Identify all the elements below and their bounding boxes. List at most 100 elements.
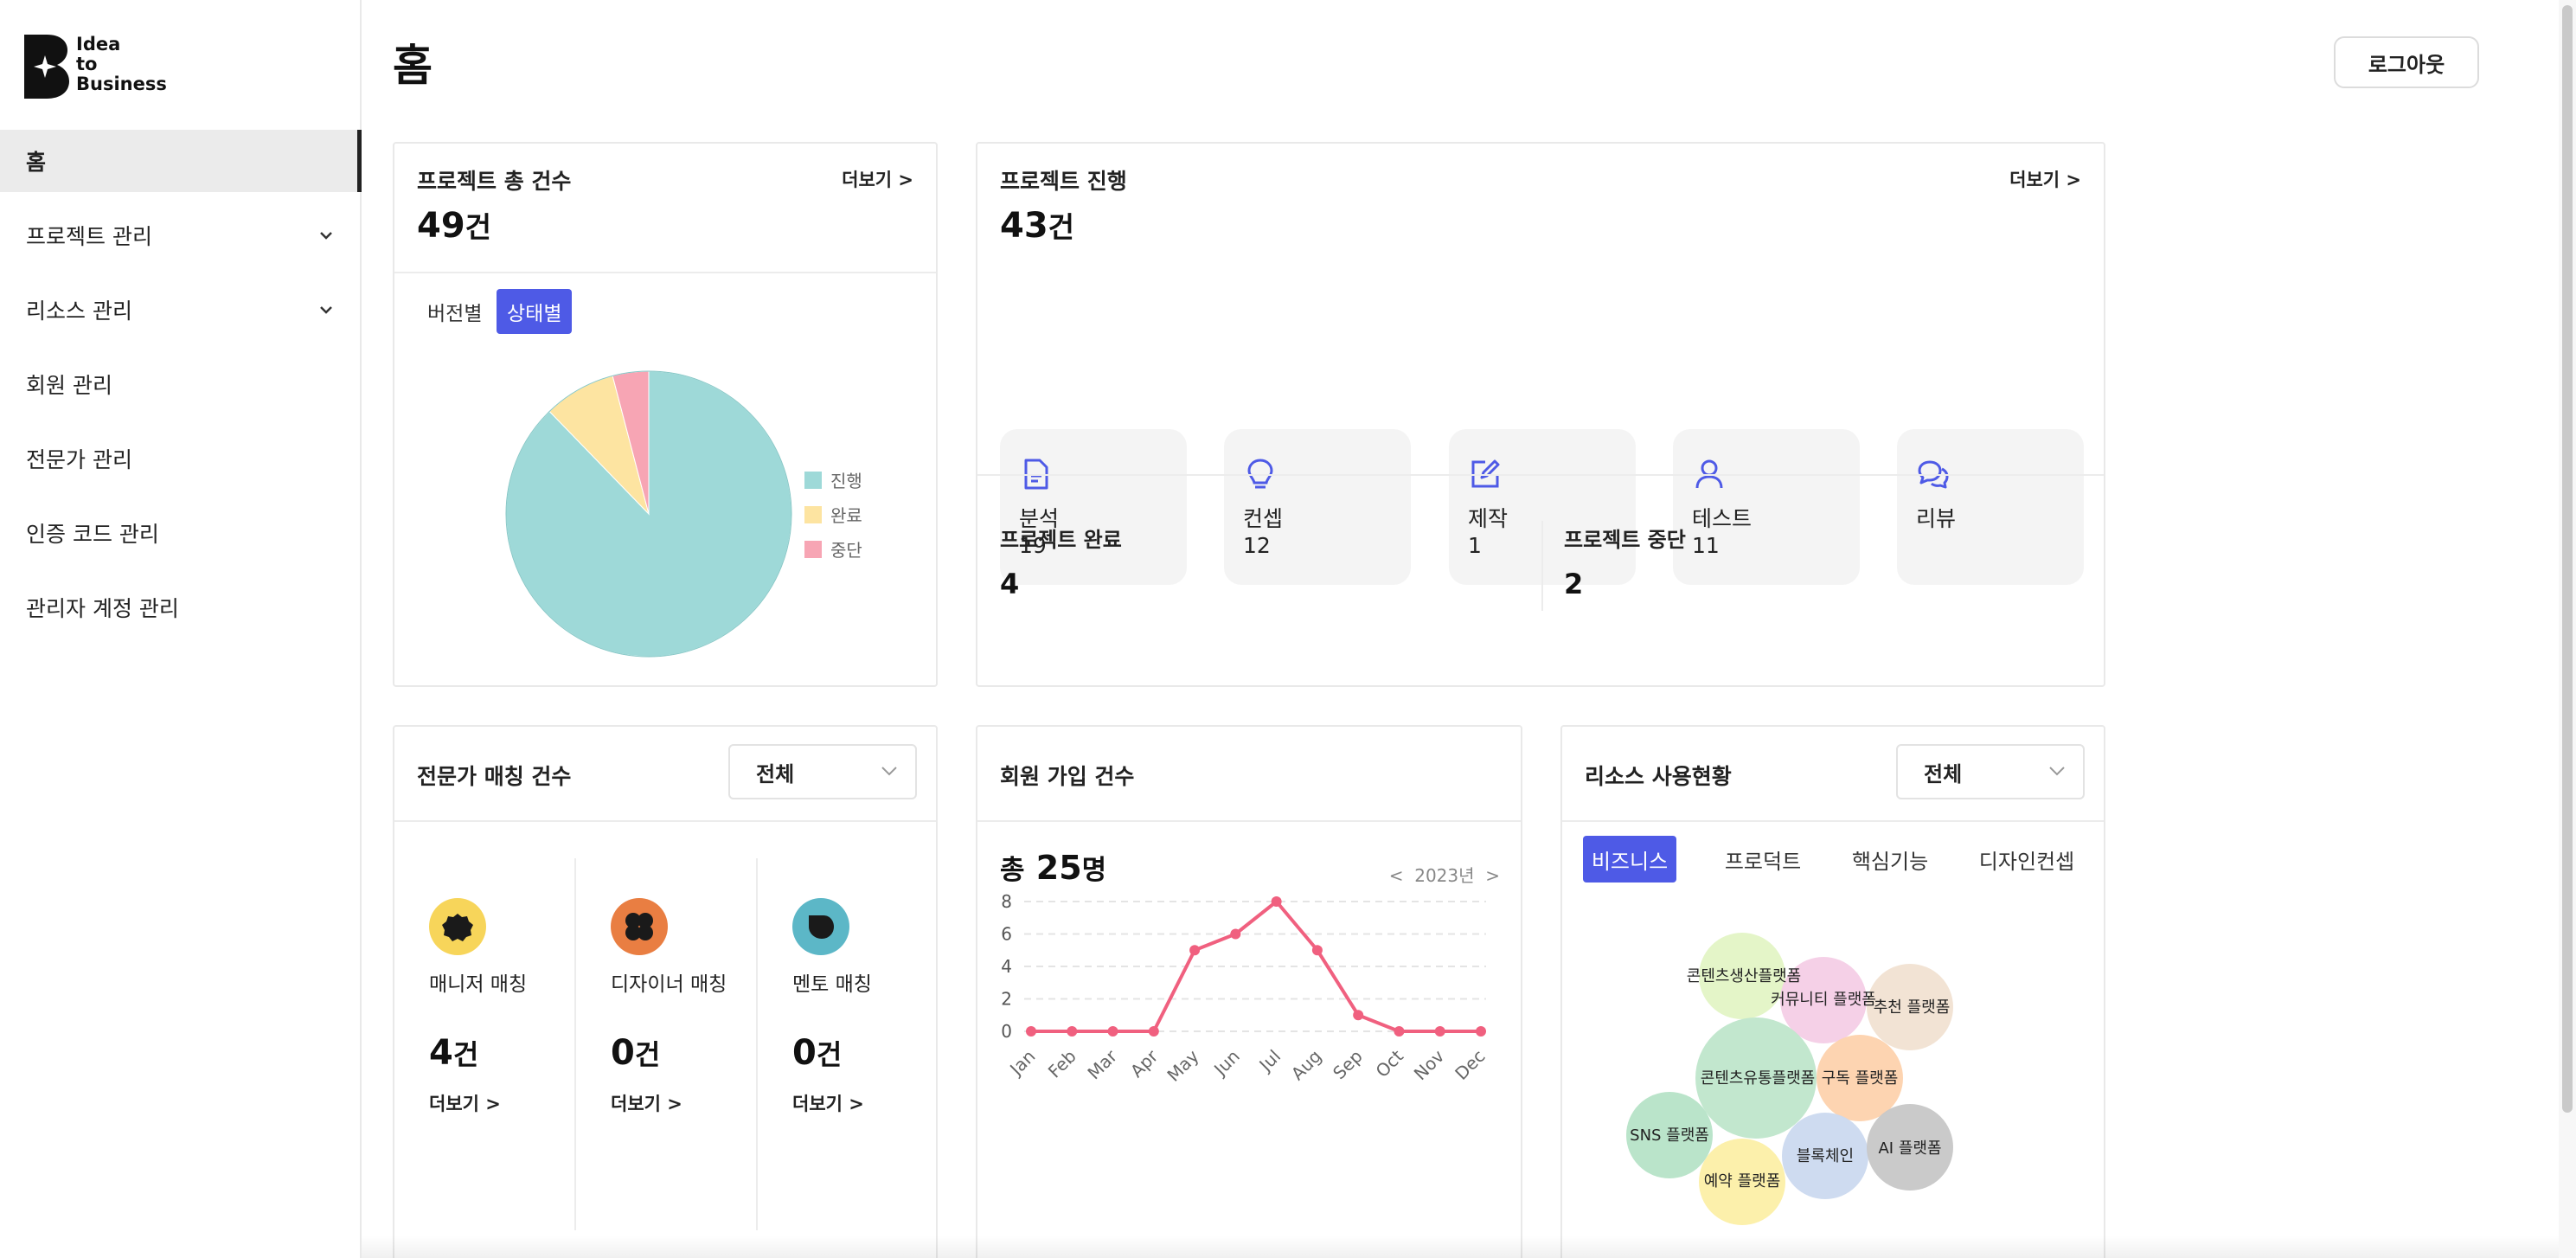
x-tick-label: Oct: [1372, 1045, 1408, 1081]
signup-total: 총 25명: [1000, 848, 1106, 887]
divider: [977, 820, 1521, 822]
sidebar-item-label: 관리자 계정 관리: [26, 596, 179, 621]
data-point-Jun[interactable]: [1230, 928, 1241, 940]
card-title: 리소스 사용현황: [1585, 764, 1732, 789]
x-tick-label: Nov: [1410, 1045, 1449, 1084]
divider: [1541, 521, 1543, 611]
y-tick-label: 8: [1001, 891, 1012, 912]
project-complete-label: 프로젝트 완료: [1000, 528, 1122, 552]
data-point-May[interactable]: [1189, 945, 1201, 956]
sidebar-item-label: 프로젝트 관리: [26, 224, 152, 249]
tab-product[interactable]: 프로덕트: [1713, 836, 1813, 883]
count-unit: 건: [452, 1038, 479, 1071]
manager-badge-icon: [429, 898, 486, 955]
card-title: 프로젝트 진행: [1000, 169, 1127, 194]
bubble-label: 커뮤니티 플랫폼: [1771, 991, 1876, 1009]
sidebar-item-project-management[interactable]: 프로젝트 관리: [0, 204, 362, 266]
stage-card-review[interactable]: 리뷰: [1897, 429, 2084, 585]
chevron-down-icon: [320, 232, 332, 240]
count-unit: 건: [465, 210, 492, 244]
legend-item-stopped: 중단: [804, 536, 862, 562]
stage-value: 12: [1243, 533, 1271, 558]
sidebar-item-label: 회원 관리: [26, 373, 112, 398]
vertical-scrollbar[interactable]: [2559, 0, 2576, 1258]
sidebar-item-resource-management[interactable]: 리소스 관리: [0, 279, 362, 341]
sidebar-item-auth-code-management[interactable]: 인증 코드 관리: [0, 502, 362, 564]
more-link[interactable]: 더보기 >: [429, 1090, 501, 1116]
data-point-Mar[interactable]: [1107, 1026, 1118, 1037]
x-tick-label: Jun: [1208, 1046, 1243, 1081]
bubble-label: SNS 플랫폼: [1630, 1126, 1709, 1145]
x-tick-label: Mar: [1083, 1045, 1121, 1083]
tab-by-status[interactable]: 상태별: [497, 289, 573, 334]
sidebar-item-expert-management[interactable]: 전문가 관리: [0, 427, 362, 490]
match-label: 멘토 매칭: [792, 973, 872, 996]
tab-business[interactable]: 비즈니스: [1583, 836, 1676, 883]
bubble-label: 콘텐츠생산플랫폼: [1686, 967, 1802, 985]
brand-logo[interactable]: Idea to Business: [24, 35, 167, 99]
y-tick-label: 6: [1001, 924, 1012, 945]
data-point-Aug[interactable]: [1311, 945, 1323, 956]
select-value: 전체: [756, 761, 795, 786]
count-unit: 건: [1048, 210, 1075, 244]
chevron-down-icon: [2049, 767, 2065, 776]
expert-filter-select[interactable]: 전체: [728, 744, 917, 799]
x-tick-label: May: [1163, 1045, 1202, 1085]
data-point-Apr[interactable]: [1148, 1026, 1159, 1037]
divider: [977, 474, 2104, 476]
stage-card-test[interactable]: 테스트 11: [1673, 429, 1860, 585]
divider: [394, 820, 936, 822]
resource-filter-select[interactable]: 전체: [1896, 744, 2085, 799]
legend-item-progress: 진행: [804, 467, 862, 492]
logout-button[interactable]: 로그아웃: [2334, 36, 2479, 88]
bubble-label: 콘텐츠유통플랫폼: [1700, 1069, 1816, 1088]
sidebar-item-admin-account-management[interactable]: 관리자 계정 관리: [0, 576, 362, 639]
logo-mark-icon: [24, 35, 69, 99]
mentor-badge-icon: [792, 898, 849, 955]
count-unit: 건: [816, 1038, 843, 1071]
legend-label: 중단: [830, 540, 862, 561]
data-point-Feb[interactable]: [1067, 1026, 1078, 1037]
bottom-shadow: [362, 1236, 2559, 1258]
more-link[interactable]: 더보기 >: [792, 1090, 864, 1116]
tab-design-concept[interactable]: 디자인컨셉: [1969, 836, 2085, 883]
legend-swatch: [804, 505, 822, 523]
data-point-Nov[interactable]: [1434, 1026, 1445, 1037]
sidebar-item-label: 전문가 관리: [26, 447, 132, 472]
chevron-down-icon: [320, 306, 332, 314]
scroll-thumb[interactable]: [2562, 5, 2573, 1113]
match-label: 디자이너 매칭: [611, 973, 727, 996]
bubble-label: 예약 플랫폼: [1703, 1172, 1781, 1191]
y-tick-label: 0: [1001, 1021, 1012, 1042]
data-point-Jul[interactable]: [1271, 896, 1282, 907]
sidebar-item-member-management[interactable]: 회원 관리: [0, 353, 362, 415]
stage-card-analysis[interactable]: 분석 19: [1000, 429, 1187, 585]
sidebar-item-home[interactable]: 홈: [0, 130, 362, 192]
data-point-Jan[interactable]: [1026, 1026, 1036, 1037]
more-link[interactable]: 더보기 >: [2009, 166, 2081, 192]
data-point-Dec[interactable]: [1476, 1026, 1486, 1037]
card-title: 전문가 매칭 건수: [417, 764, 572, 789]
sidebar: Idea to Business 홈 프로젝트 관리 리소스 관리 회원 관리 …: [0, 0, 362, 1258]
card-title: 회원 가입 건수: [1000, 764, 1135, 789]
divider: [1562, 820, 2104, 822]
total-count: 49건: [417, 204, 491, 246]
tab-by-version[interactable]: 버전별: [417, 289, 492, 334]
year-navigator[interactable]: < 2023년 >: [1389, 862, 1500, 887]
more-link[interactable]: 더보기 >: [842, 166, 913, 192]
legend-label: 완료: [830, 505, 862, 526]
data-point-Sep[interactable]: [1353, 1010, 1364, 1021]
tab-core-feature[interactable]: 핵심기능: [1842, 836, 1938, 883]
y-tick-label: 4: [1001, 956, 1012, 977]
bubble-label: 블록체인: [1796, 1147, 1855, 1165]
count-value: 25: [1035, 849, 1082, 887]
brand-line-3: Business: [76, 74, 167, 94]
sidebar-item-label: 인증 코드 관리: [26, 522, 159, 547]
data-point-Oct[interactable]: [1394, 1026, 1405, 1037]
page-title: 홈: [393, 41, 433, 91]
count-value: 49: [417, 206, 465, 246]
more-link[interactable]: 더보기 >: [611, 1090, 682, 1116]
designer-badge-icon: [611, 898, 668, 955]
project-status-pie-chart: [505, 370, 792, 658]
stage-card-concept[interactable]: 컨셉 12: [1224, 429, 1411, 585]
